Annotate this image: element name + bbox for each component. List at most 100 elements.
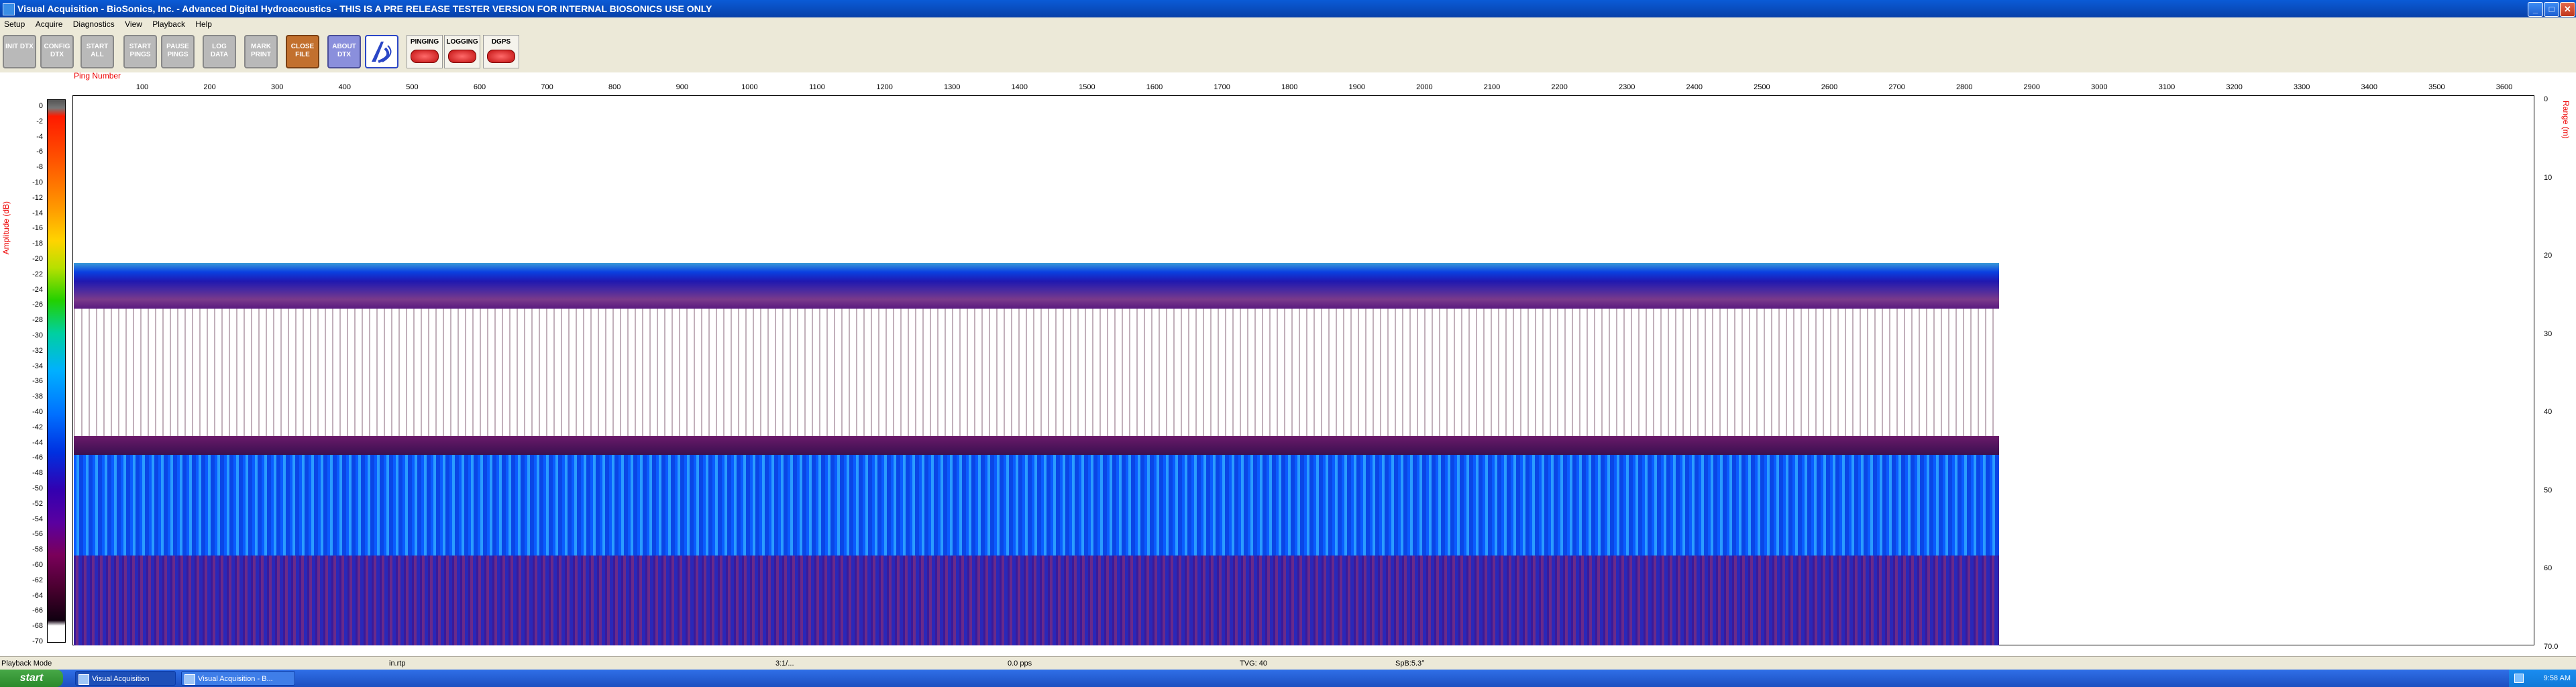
- amplitude-tick: -36: [32, 377, 43, 386]
- menu-acquire[interactable]: Acquire: [32, 17, 67, 31]
- ping-tick: 400: [338, 83, 351, 91]
- biosonics-logo: [365, 35, 398, 68]
- logging-label: LOGGING: [446, 38, 478, 46]
- range-tick: 50: [2544, 486, 2553, 494]
- amplitude-tick: -2: [36, 117, 43, 125]
- amplitude-tick: -70: [32, 637, 43, 645]
- dgps-label: DGPS: [491, 38, 511, 46]
- window-title: Visual Acquisition - BioSonics, Inc. - A…: [17, 3, 712, 14]
- mark-print-button[interactable]: MARK PRINT: [244, 35, 278, 68]
- menu-bar: Setup Acquire Diagnostics View Playback …: [0, 17, 2576, 31]
- ping-tick: 3100: [2158, 83, 2176, 91]
- title-bar: Visual Acquisition - BioSonics, Inc. - A…: [0, 0, 2576, 17]
- amplitude-tick: -68: [32, 622, 43, 631]
- task-visual-acquisition-b[interactable]: Visual Acquisition - B...: [181, 671, 295, 686]
- menu-diagnostics[interactable]: Diagnostics: [69, 17, 119, 31]
- amplitude-tick: -60: [32, 561, 43, 569]
- amplitude-tick: -38: [32, 392, 43, 401]
- menu-playback[interactable]: Playback: [148, 17, 189, 31]
- task-visual-acquisition[interactable]: Visual Acquisition: [75, 671, 176, 686]
- ping-tick: 3600: [2496, 83, 2513, 91]
- ping-tick: 2400: [1686, 83, 1703, 91]
- config-dtx-button[interactable]: CONFIG DTX: [40, 35, 74, 68]
- pause-pings-button[interactable]: PAUSE PINGS: [161, 35, 195, 68]
- ping-tick: 3400: [2361, 83, 2378, 91]
- ping-tick: 200: [203, 83, 216, 91]
- menu-help[interactable]: Help: [191, 17, 216, 31]
- log-data-button[interactable]: LOG DATA: [203, 35, 236, 68]
- amplitude-tick: -64: [32, 591, 43, 600]
- task-label: Visual Acquisition - B...: [198, 675, 273, 683]
- amplitude-tick: -4: [36, 132, 43, 141]
- ping-tick: 1700: [1214, 83, 1230, 91]
- amplitude-tick: -18: [32, 240, 43, 248]
- range-tick: 0: [2544, 95, 2548, 103]
- ping-tick: 1500: [1079, 83, 1095, 91]
- ping-tick: 1800: [1281, 83, 1298, 91]
- deep-echo-band: [74, 455, 1999, 556]
- ping-tick: 1200: [876, 83, 893, 91]
- clock: 9:58 AM: [2543, 674, 2571, 682]
- amplitude-tick: -66: [32, 606, 43, 615]
- init-dtx-button[interactable]: INIT DTX: [3, 35, 36, 68]
- ping-tick: 1400: [1011, 83, 1028, 91]
- amplitude-tick: -40: [32, 408, 43, 416]
- range-tick: 10: [2544, 173, 2553, 182]
- app-icon: [3, 3, 15, 15]
- echogram-data: [74, 263, 1999, 645]
- app-task-icon: [78, 674, 89, 685]
- ping-tick: 2500: [1754, 83, 1770, 91]
- start-button[interactable]: start: [0, 670, 63, 687]
- ping-tick: 2900: [2023, 83, 2041, 91]
- amplitude-tick: -12: [32, 193, 43, 202]
- mid-echo-band: [74, 436, 1999, 455]
- amplitude-tick: -26: [32, 301, 43, 309]
- dgps-indicator: DGPS: [483, 35, 519, 68]
- amplitude-tick: -42: [32, 423, 43, 431]
- amplitude-tick: -34: [32, 362, 43, 370]
- task-label: Visual Acquisition: [92, 675, 150, 683]
- amplitude-tick: -54: [32, 515, 43, 523]
- biosonics-logo-icon: [372, 42, 392, 63]
- about-dtx-button[interactable]: ABOUT DTX: [327, 35, 361, 68]
- toolbar: INIT DTX CONFIG DTX START ALL START PING…: [0, 31, 2576, 73]
- status-time: 3:1/...: [775, 659, 794, 668]
- ping-tick: 700: [541, 83, 553, 91]
- close-file-button[interactable]: CLOSE FILE: [286, 35, 319, 68]
- ping-tick: 800: [608, 83, 621, 91]
- ping-tick: 300: [271, 83, 284, 91]
- minimize-button[interactable]: _: [2528, 2, 2543, 17]
- water-column: [74, 309, 1999, 436]
- amplitude-color-scale: [47, 99, 66, 643]
- close-button[interactable]: ✕: [2560, 2, 2575, 17]
- ping-tick: 1300: [943, 83, 961, 91]
- amplitude-tick: -62: [32, 576, 43, 584]
- start-all-button[interactable]: START ALL: [80, 35, 114, 68]
- amplitude-tick: 0: [38, 102, 43, 110]
- ping-tick: 100: [136, 83, 149, 91]
- range-axis-label: Range (m): [2561, 101, 2571, 139]
- app-task-icon: [184, 674, 195, 685]
- ping-tick: 1600: [1146, 83, 1163, 91]
- start-pings-button[interactable]: START PINGS: [123, 35, 157, 68]
- menu-view[interactable]: View: [121, 17, 146, 31]
- tray-icon[interactable]: [2514, 674, 2524, 683]
- ping-tick: 2800: [1955, 83, 1973, 91]
- maximize-button[interactable]: □: [2544, 2, 2559, 17]
- amplitude-tick: -6: [36, 148, 43, 156]
- menu-setup[interactable]: Setup: [0, 17, 29, 31]
- ping-tick: 2600: [1821, 83, 1838, 91]
- status-rate: 0.0 pps: [1008, 659, 1032, 668]
- amplitude-axis-label: Amplitude (dB): [1, 201, 11, 255]
- amplitude-tick: -32: [32, 346, 43, 355]
- ping-tick: 2100: [1483, 83, 1501, 91]
- pinging-led-icon: [411, 50, 439, 63]
- logging-led-icon: [448, 50, 476, 63]
- ping-tick: 3300: [2293, 83, 2310, 91]
- dgps-led-icon: [487, 50, 515, 63]
- logging-indicator: LOGGING: [444, 35, 480, 68]
- range-tick: 60: [2544, 564, 2553, 572]
- amplitude-tick: -16: [32, 224, 43, 233]
- amplitude-tick: -24: [32, 285, 43, 294]
- amplitude-tick: -22: [32, 270, 43, 278]
